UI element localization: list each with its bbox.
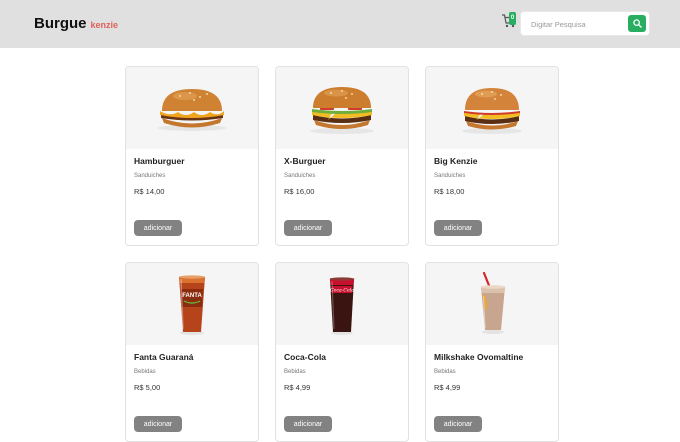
product-card: Milkshake Ovomaltine Bebidas R$ 4,99 adi… [425, 262, 559, 442]
search-input[interactable] [531, 16, 627, 32]
search-box [520, 11, 650, 36]
product-card: X-Burguer Sanduiches R$ 16,00 adicionar [275, 66, 409, 246]
add-to-cart-button[interactable]: adicionar [284, 220, 332, 236]
product-name: Big Kenzie [434, 156, 478, 166]
product-name: Coca-Cola [284, 352, 327, 362]
cart-count-badge: 0 [509, 12, 516, 25]
product-image: FANTA [126, 263, 258, 345]
cheeseburger-image [310, 87, 374, 134]
product-card: FANTA Fanta Guaraná Bebidas R$ 5,00 adic… [125, 262, 259, 442]
search-button[interactable] [628, 15, 646, 32]
product-image: Coca-Cola [276, 263, 408, 345]
product-category: Bebidas [134, 369, 156, 375]
product-category: Bebidas [284, 369, 306, 375]
product-price: R$ 4,99 [284, 383, 311, 392]
product-image [426, 263, 558, 345]
add-to-cart-button[interactable]: adicionar [134, 220, 182, 236]
product-name: Fanta Guaraná [134, 352, 194, 362]
svg-text:Coca-Cola: Coca-Cola [330, 288, 354, 294]
product-image [426, 67, 558, 149]
product-price: R$ 4,99 [434, 383, 461, 392]
product-card: Big Kenzie Sanduiches R$ 18,00 adicionar [425, 66, 559, 246]
logo-main-text: Burgue [34, 15, 87, 32]
product-category: Sanduiches [134, 173, 166, 179]
product-category: Bebidas [434, 369, 456, 375]
product-image [276, 67, 408, 149]
product-image [126, 67, 258, 149]
add-to-cart-button[interactable]: adicionar [434, 220, 482, 236]
header: Burgue kenzie 0 [0, 0, 680, 48]
logo-sub-text: kenzie [90, 20, 119, 30]
product-price: R$ 18,00 [434, 187, 465, 196]
big-burger-image [462, 88, 522, 134]
product-category: Sanduiches [284, 173, 316, 179]
search-icon [632, 19, 642, 28]
product-name: Milkshake Ovomaltine [434, 352, 524, 362]
hamburger-image [158, 89, 226, 131]
product-price: R$ 16,00 [284, 187, 315, 196]
product-price: R$ 14,00 [134, 187, 165, 196]
coca-cola-cup-image: Coca-Cola [329, 277, 355, 335]
product-card: Hamburguer Sanduiches R$ 14,00 adicionar [125, 66, 259, 246]
product-price: R$ 5,00 [134, 383, 161, 392]
milkshake-image [480, 271, 506, 334]
product-name: X-Burguer [284, 156, 326, 166]
logo[interactable]: Burgue kenzie [34, 15, 118, 32]
product-category: Sanduiches [434, 173, 466, 179]
fanta-cup-image: FANTA [179, 275, 205, 335]
product-name: Hamburguer [134, 156, 185, 166]
svg-text:FANTA: FANTA [182, 293, 202, 299]
product-card: Coca-Cola Coca-Cola Bebidas R$ 4,99 adic… [275, 262, 409, 442]
